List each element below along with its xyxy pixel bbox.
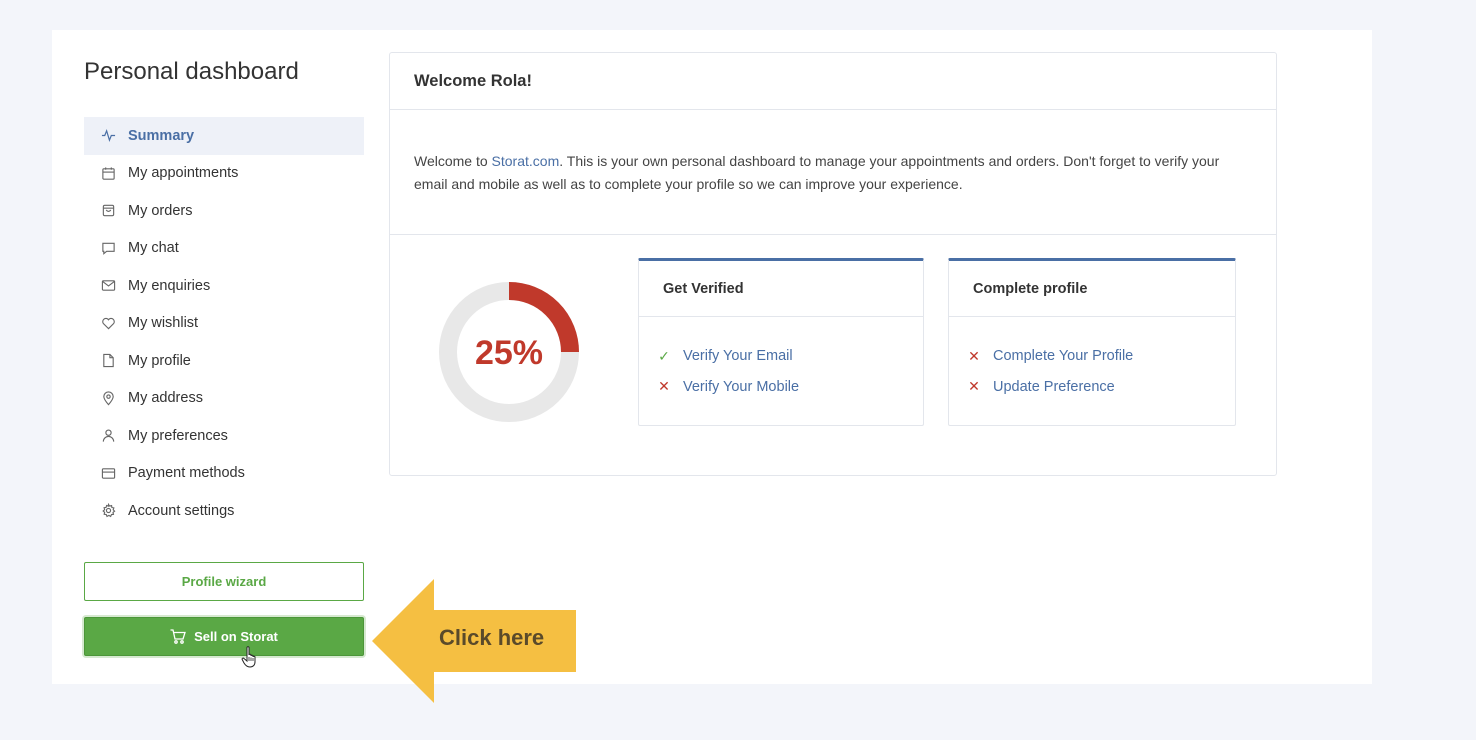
storat-link[interactable]: Storat.com: [492, 153, 560, 169]
sidebar-item-label: My profile: [128, 352, 191, 369]
sidebar-item-address[interactable]: My address: [84, 380, 364, 418]
sidebar-item-chat[interactable]: My chat: [84, 230, 364, 268]
cross-icon: ✕: [968, 378, 980, 395]
chat-icon: [100, 240, 116, 256]
sidebar-item-appointments[interactable]: My appointments: [84, 155, 364, 193]
check-icon: ✓: [658, 347, 670, 364]
callout-text: Click here: [439, 625, 545, 650]
update-preference-link[interactable]: ✕ Update Preference: [967, 372, 1235, 403]
cart-icon: [170, 629, 186, 644]
sidebar-item-label: My address: [128, 390, 203, 407]
verify-mobile-link[interactable]: ✕ Verify Your Mobile: [657, 372, 923, 403]
map-pin-icon: [100, 390, 116, 406]
credit-card-icon: [100, 465, 116, 481]
calendar-icon: [100, 165, 116, 181]
sidebar-item-label: My wishlist: [128, 315, 199, 332]
profile-wizard-button[interactable]: Profile wizard: [84, 562, 364, 601]
cross-icon: ✕: [658, 378, 670, 395]
sidebar-item-orders[interactable]: My orders: [84, 192, 364, 230]
activity-icon: [100, 128, 116, 144]
sidebar-item-payment-methods[interactable]: Payment methods: [84, 455, 364, 493]
mail-icon: [100, 278, 116, 294]
verify-email-label: Verify Your Email: [683, 348, 793, 365]
sidebar-item-preferences[interactable]: My preferences: [84, 417, 364, 455]
complete-profile-title: Complete profile: [949, 261, 1235, 317]
sell-button-label: Sell on Storat: [194, 629, 278, 644]
sidebar-item-label: Account settings: [128, 502, 235, 519]
sidebar-item-enquiries[interactable]: My enquiries: [84, 267, 364, 305]
sidebar-item-profile[interactable]: My profile: [84, 342, 364, 380]
page-title: Personal dashboard: [84, 58, 299, 85]
verify-email-link[interactable]: ✓ Verify Your Email: [657, 341, 923, 372]
welcome-message: Welcome to Storat.com. This is your own …: [390, 110, 1276, 235]
verify-mobile-label: Verify Your Mobile: [683, 378, 800, 395]
get-verified-card: Get Verified ✓ Verify Your Email ✕ Verif…: [638, 258, 924, 426]
sidebar-item-label: My preferences: [128, 427, 228, 444]
welcome-text-start: Welcome to: [414, 153, 492, 169]
update-preference-label: Update Preference: [993, 378, 1115, 395]
file-icon: [100, 353, 116, 369]
sidebar-nav: Summary My appointments My orders My cha…: [84, 117, 364, 530]
progress-donut: 25%: [439, 282, 579, 422]
complete-profile-card: Complete profile ✕ Complete Your Profile…: [948, 258, 1236, 426]
sell-on-storat-button[interactable]: Sell on Storat: [84, 617, 364, 656]
hand-cursor-icon: [241, 646, 256, 668]
sidebar-item-label: Summary: [128, 127, 195, 144]
heart-icon: [100, 315, 116, 331]
sidebar-item-label: My appointments: [128, 165, 239, 182]
sidebar-item-summary[interactable]: Summary: [84, 117, 364, 155]
sidebar-item-label: Payment methods: [128, 465, 245, 482]
cross-icon: ✕: [968, 347, 980, 364]
gear-icon: [100, 503, 116, 519]
get-verified-title: Get Verified: [639, 261, 923, 317]
complete-your-profile-link[interactable]: ✕ Complete Your Profile: [967, 341, 1235, 372]
sidebar-item-wishlist[interactable]: My wishlist: [84, 305, 364, 343]
progress-label: 25%: [475, 334, 543, 372]
user-icon: [100, 428, 116, 444]
welcome-title: Welcome Rola!: [390, 53, 1276, 110]
sidebar-item-label: My chat: [128, 240, 179, 257]
sidebar-item-label: My enquiries: [128, 277, 211, 294]
sidebar-item-label: My orders: [128, 202, 193, 219]
complete-your-profile-label: Complete Your Profile: [993, 348, 1134, 365]
shopping-bag-icon: [100, 203, 116, 219]
sidebar-item-account-settings[interactable]: Account settings: [84, 492, 364, 530]
